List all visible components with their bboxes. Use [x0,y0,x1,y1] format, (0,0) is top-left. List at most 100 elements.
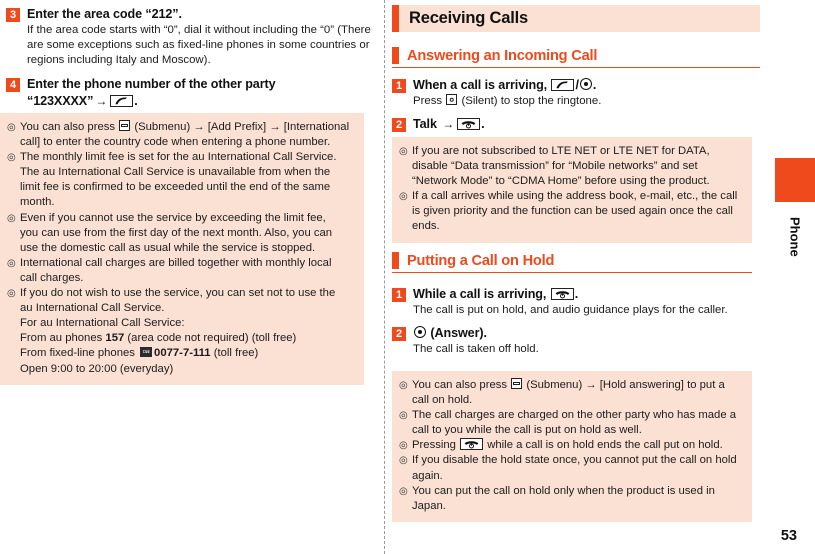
section-title: Putting a Call on Hold [407,252,555,269]
step-title-text: (Answer). [427,326,487,340]
note-cont-line: use the domestic call as usual while the… [20,241,316,254]
camera-key-icon [446,94,458,105]
note-cont-line: call] to enter the country code when ent… [20,136,331,149]
center-select-key-icon [579,78,592,90]
note-text-post2: [International [280,121,350,133]
step-body: Enter the phone number of the other part… [27,76,372,109]
note-cont-line: For au International Call Service: [20,317,185,330]
step-title: Talk →. [413,116,760,132]
note-item: ◎ International call charges are billed … [7,256,355,286]
step-body: (Answer). The call is taken off hold. [413,325,752,357]
note-item: ◎ Pressing while a call is on hold ends … [399,438,743,453]
page-number: 53 [780,528,797,544]
chapter-heading: Receiving Calls [392,5,760,32]
manual-page: 3 Enter the area code “212”. If the area… [0,0,815,554]
right-column: Receiving Calls Answering an Incoming Ca… [392,0,760,554]
step-title-sep: / [575,78,579,92]
note-item: ◎ You can put the call on hold only when… [399,484,743,514]
note-cont-line: call charges. [20,271,84,284]
au-short-code: 157 [105,332,125,345]
note-item: ◎ The monthly limit fee is set for the a… [7,150,355,210]
step-number: 1 [392,288,406,302]
note-cont-line: disable “Data transmission” for “Mobile … [412,160,698,173]
note-cont-line: again. [412,469,443,482]
step-phone-number: “123XXXX” [27,93,94,108]
step-title-period: . [574,287,579,301]
note-cont-line: Japan. [412,499,446,512]
note-cont-line: “Network Mode” to “CDMA Home” before usi… [412,175,710,188]
fixed-line-post: (toll free) [210,347,259,360]
note-text-mid: (Submenu) [523,379,586,391]
note-bullet-icon: ◎ [399,410,408,422]
note-bullet-icon: ◎ [7,257,16,269]
arrow-icon: → [585,379,597,391]
answering-step-2: 2 Talk →. [392,116,760,133]
step-body: Enter the area code “212”. If the area c… [27,6,372,69]
note-text: If you disable the hold state once, you … [412,454,737,467]
note-text-post: while a call is on hold ends the call pu… [484,439,723,452]
note-bullet-icon: ◎ [7,122,16,133]
note-item: ◎ If a call arrives while using the addr… [399,189,743,234]
step-title: While a call is arriving, . [413,286,752,302]
end-call-key-icon [460,438,484,451]
section-heading-answering: Answering an Incoming Call [392,47,760,68]
note-item: ◎ Even if you cannot use the service by … [7,211,355,256]
center-select-key-icon [414,326,426,338]
note-cont-line: The au International Call Service is una… [20,166,331,179]
submenu-key-icon [119,120,131,131]
opening-hours-line: Open 9:00 to 20:00 (everyday) [20,362,174,375]
thumb-tab-marker [775,158,815,202]
note-bullet-icon: ◎ [399,455,408,467]
note-text: If a call arrives while using the addres… [412,190,738,203]
step-number: 2 [392,327,406,341]
fixed-line-pre: From fixed-line phones [20,347,139,360]
heading-accent-bar [392,5,399,32]
note-cont-line: call on hold. [412,394,473,407]
arrow-icon: → [269,121,281,133]
step-title-text: When a call is arriving, [413,78,551,92]
step-number: 4 [6,77,20,92]
left-note-box: ◎ You can also press (Submenu) → [Add Pr… [0,113,364,385]
note-bullet-icon: ◎ [399,191,408,203]
note-list: ◎ You can also press (Submenu) → [Hold a… [399,378,743,514]
note-bullet-icon: ◎ [399,380,408,391]
hold-step-1: 1 While a call is arriving, . The call i… [392,286,752,318]
step-body: When a call is arriving, /. Press (Silen… [413,77,760,109]
note-item: ◎ If you are not subscribed to LTE NET o… [399,144,743,189]
note-text-post: [Add Prefix] [204,121,270,133]
heading-accent-bar [392,47,399,64]
note-bullet-icon: ◎ [7,288,16,300]
step-number: 2 [392,118,406,133]
note-text-pre: Pressing [412,439,460,452]
au-line-post: (area code not required) (toll free) [124,332,297,345]
note-cont-line: ends. [412,220,440,233]
note-bullet-icon: ◎ [399,146,408,157]
step-description: If the area code starts with “0”, dial i… [27,23,372,69]
note-bullet-icon: ◎ [7,152,16,164]
free-dial-mark-icon: Free Dial [140,347,153,358]
note-cont-line: is given priority and the function can b… [412,205,733,218]
arrow-icon: → [193,121,205,133]
step-4: 4 Enter the phone number of the other pa… [6,76,372,109]
step-title-text: While a call is arriving, [413,287,550,301]
note-bullet-icon: ◎ [399,485,408,497]
step-title: When a call is arriving, /. [413,77,760,93]
note-text-pre: You can also press [412,379,511,391]
note-cont-line: call to you while the call is put on hol… [412,424,642,437]
step-title-second-line: “123XXXX” →. [27,93,372,109]
note-text: International call charges are billed to… [20,256,332,269]
note-text: You can put the call on hold only when t… [412,484,715,497]
note-item: ◎ The call charges are charged on the ot… [399,408,743,438]
step-title-period: . [592,78,597,92]
chapter-thumb-tab: Phone [775,158,815,272]
note-text-mid: (Submenu) [131,121,194,133]
call-key-icon [551,79,575,91]
call-key-icon [110,94,134,107]
note-text-post: [Hold answering] to put a [596,379,725,391]
note-cont-line: month. [20,196,55,209]
step-3: 3 Enter the area code “212”. If the area… [6,6,372,69]
note-cont-line: you can use from the first day of the ne… [20,226,333,239]
end-call-key-icon [550,288,574,300]
sub-pre: Press [413,95,446,107]
step-desc-line: If the area code starts with “0”, dial i… [27,24,335,36]
